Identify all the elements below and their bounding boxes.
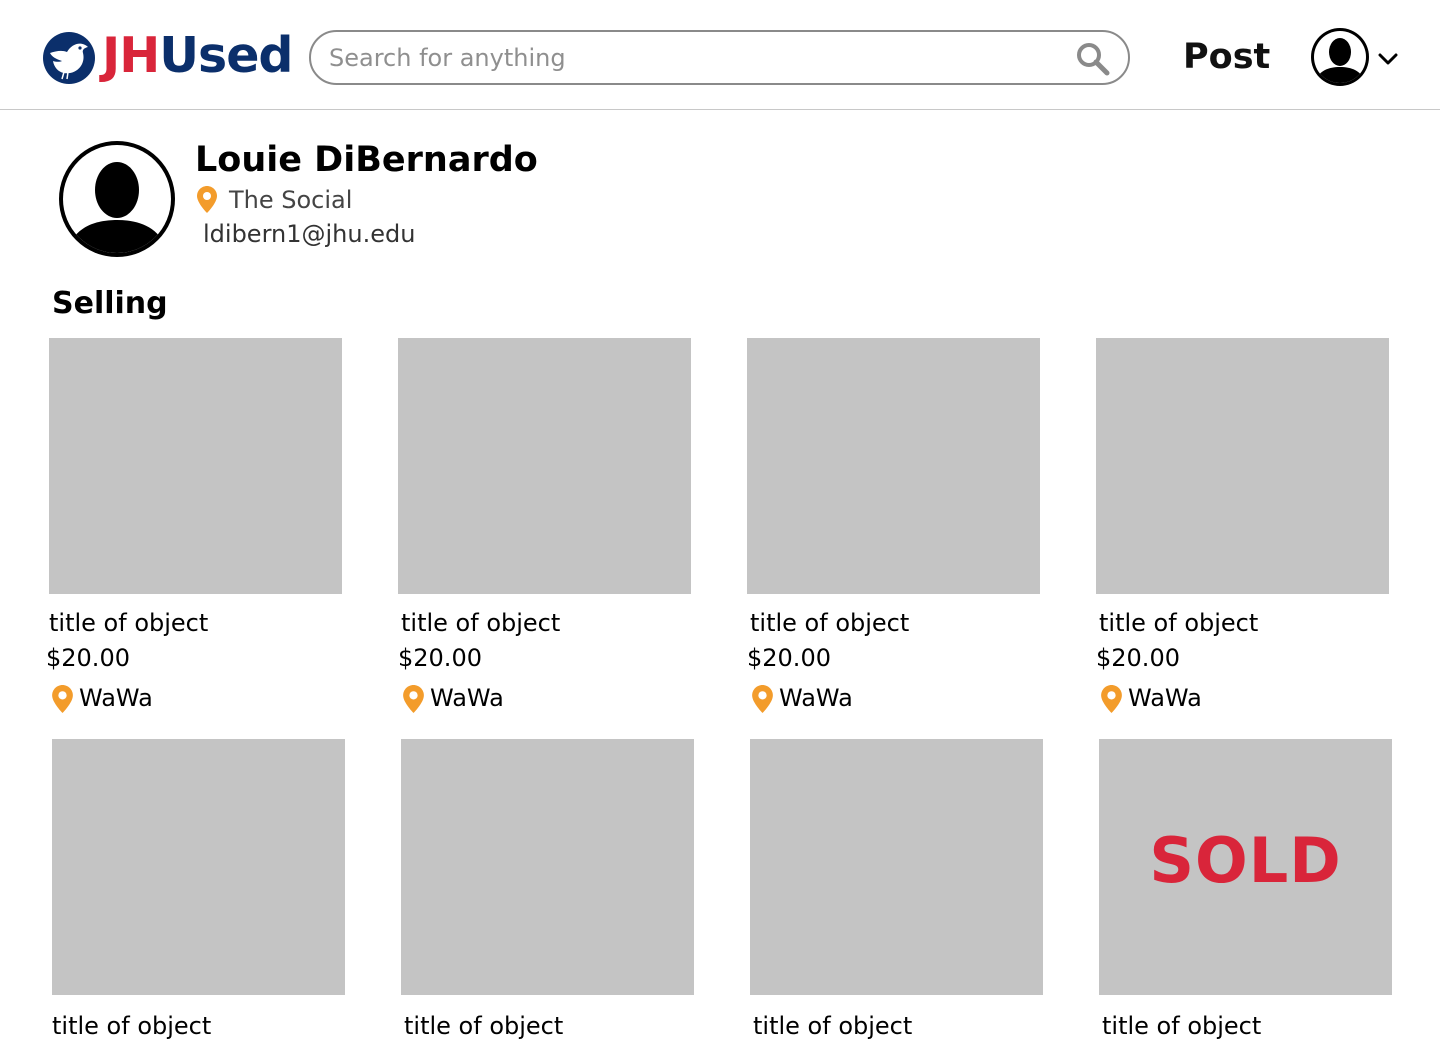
listing-title[interactable]: title of object <box>401 606 560 640</box>
listing-image[interactable] <box>49 338 342 594</box>
listing-title[interactable]: title of object <box>404 1009 563 1043</box>
search-input[interactable] <box>329 42 1059 74</box>
listing-image[interactable] <box>52 739 345 995</box>
brand-jh: JH <box>102 27 160 84</box>
search-icon[interactable] <box>1075 41 1111 77</box>
listing-image[interactable] <box>1096 338 1389 594</box>
listing-image[interactable] <box>401 739 694 995</box>
listing-price: $20.00 <box>398 644 482 672</box>
user-avatar-icon[interactable] <box>1310 27 1370 87</box>
listing-price: $20.00 <box>1096 644 1180 672</box>
listing-title[interactable]: title of object <box>750 606 909 640</box>
location-pin-icon <box>752 685 773 713</box>
location-pin-icon <box>403 685 424 713</box>
listing-price: $20.00 <box>46 644 130 672</box>
listing-title[interactable]: title of object <box>1099 606 1258 640</box>
account-menu[interactable] <box>1310 27 1402 89</box>
brand-used: Used <box>159 27 293 84</box>
listing-location-text: WaWa <box>79 684 153 712</box>
profile-location-text: The Social <box>229 186 353 214</box>
sold-label: SOLD <box>1149 824 1342 897</box>
listing-title[interactable]: title of object <box>49 606 208 640</box>
listing-image[interactable] <box>747 338 1040 594</box>
listing-image[interactable]: SOLD <box>1099 739 1392 995</box>
listing-location-text: WaWa <box>1128 684 1202 712</box>
chevron-down-icon[interactable] <box>1376 47 1400 71</box>
listing-location-text: WaWa <box>430 684 504 712</box>
location-pin-icon <box>1101 685 1122 713</box>
profile-avatar-icon <box>59 141 175 257</box>
location-pin-icon <box>197 186 217 213</box>
profile-email: ldibern1@jhu.edu <box>203 220 416 248</box>
location-pin-icon <box>52 685 73 713</box>
post-button[interactable]: Post <box>1183 34 1270 80</box>
listing-title[interactable]: title of object <box>52 1009 211 1043</box>
listing-image[interactable] <box>750 739 1043 995</box>
section-title-selling: Selling <box>52 286 168 321</box>
bird-logo-icon[interactable] <box>42 31 96 85</box>
top-nav: JHUsed Post <box>0 0 1440 110</box>
listing-image[interactable] <box>398 338 691 594</box>
listing-title[interactable]: title of object <box>753 1009 912 1043</box>
brand-wordmark[interactable]: JHUsed <box>102 26 294 86</box>
profile-name: Louie DiBernardo <box>195 140 538 180</box>
listing-title[interactable]: title of object <box>1102 1009 1261 1043</box>
search-bar[interactable] <box>309 30 1130 85</box>
listing-location-text: WaWa <box>779 684 853 712</box>
listing-price: $20.00 <box>747 644 831 672</box>
